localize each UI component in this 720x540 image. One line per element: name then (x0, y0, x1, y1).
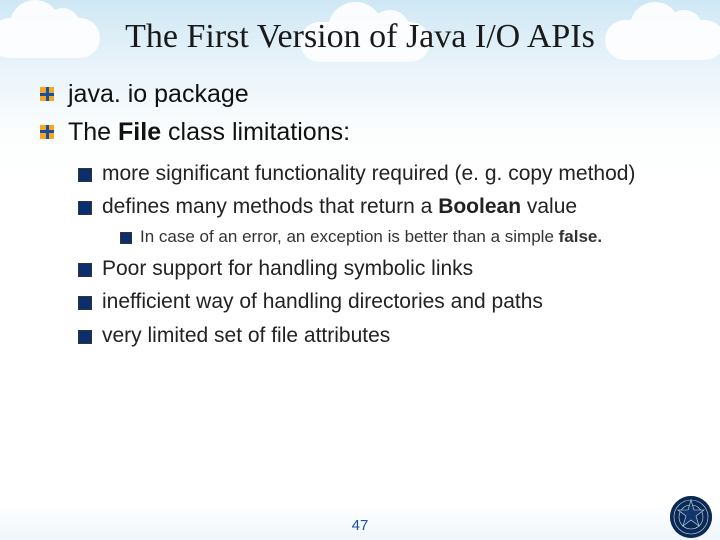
bullet-text-bold: false. (559, 227, 602, 246)
list-item: Poor support for handling symbolic links (78, 255, 680, 282)
bullet-text: very limited set of file attributes (102, 324, 390, 347)
list-item: very limited set of file attributes (78, 322, 680, 349)
bullet-text: class limitations: (161, 118, 350, 146)
bullet-text: In case of an error, an exception is bet… (140, 227, 559, 246)
list-item: The File class limitations: more signifi… (40, 116, 680, 349)
bullet-text: defines many methods that return a (102, 195, 438, 218)
list-item: java. io package (40, 78, 680, 112)
bullet-text-bold: File (118, 118, 161, 146)
slide-container: The First Version of Java I/O APIs java.… (0, 0, 720, 540)
bullet-list-level3: In case of an error, an exception is bet… (120, 226, 680, 249)
page-number: 47 (0, 517, 720, 534)
list-item: inefficient way of handling directories … (78, 288, 680, 315)
bullet-text: value (521, 195, 577, 218)
bullet-text: Poor support for handling symbolic links (102, 257, 473, 280)
bullet-text: The (68, 118, 118, 146)
list-item: defines many methods that return a Boole… (78, 193, 680, 249)
bullet-text: java. io package (68, 80, 249, 108)
slide-title: The First Version of Java I/O APIs (40, 18, 680, 56)
bullet-text: more significant functionality required … (102, 162, 635, 185)
institution-logo-icon (670, 496, 712, 538)
bullet-text-bold: Boolean (438, 195, 521, 218)
list-item: In case of an error, an exception is bet… (120, 226, 680, 249)
bullet-list-level2: more significant functionality required … (78, 160, 680, 349)
bullet-text: inefficient way of handling directories … (102, 290, 543, 313)
list-item: more significant functionality required … (78, 160, 680, 187)
bullet-list-level1: java. io package The File class limitati… (40, 78, 680, 349)
